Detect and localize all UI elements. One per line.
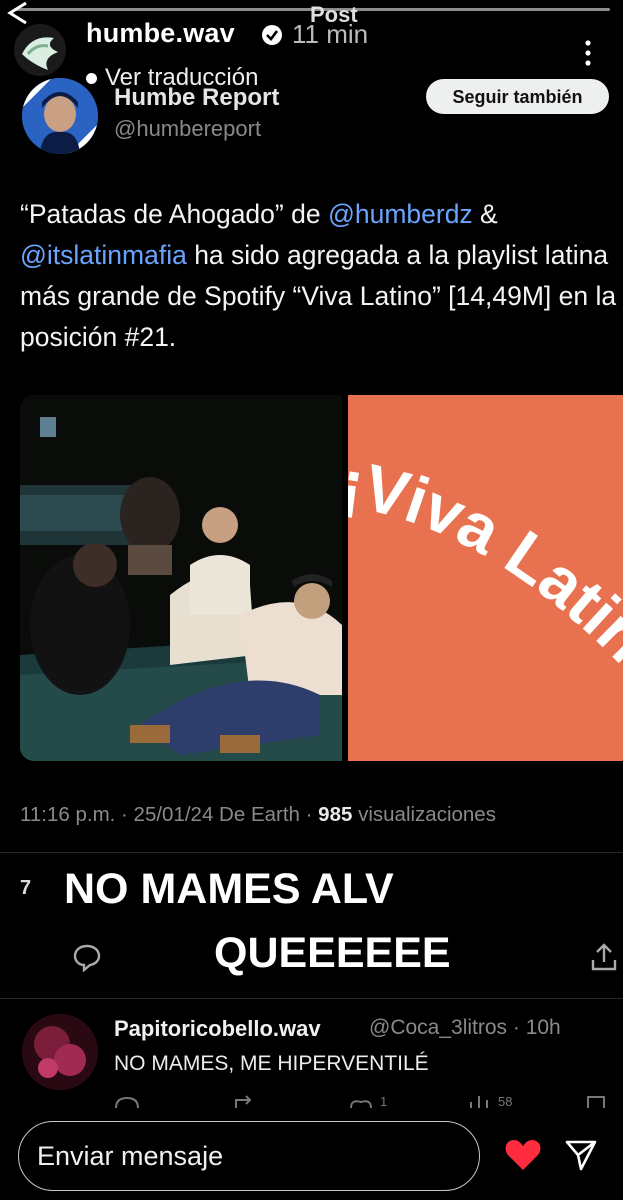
mention-link-humberdz[interactable]: @humberdz: [328, 199, 473, 229]
divider: [0, 998, 623, 999]
reply-text: NO MAMES, ME HIPERVENTILÉ: [114, 1052, 429, 1075]
views-icon[interactable]: [466, 1094, 492, 1108]
views-count: 985: [318, 803, 353, 826]
story-text-sticker-1[interactable]: NO MAMES ALV: [52, 858, 406, 920]
tweet-text-part: “Patadas de Ahogado” de: [20, 199, 328, 229]
playlist-cover-image[interactable]: ¡Viva Latin: [348, 395, 623, 761]
retweet-icon[interactable]: [232, 1094, 258, 1108]
views-label: visualizaciones: [352, 803, 496, 826]
follow-button[interactable]: Seguir también: [426, 79, 609, 114]
bookmark-icon[interactable]: [584, 1094, 608, 1108]
reply-avatar[interactable]: [22, 1014, 98, 1090]
story-text-sticker-2[interactable]: QUEEEEEE: [202, 922, 463, 984]
tweet-avatar[interactable]: [22, 78, 98, 154]
like-icon[interactable]: [348, 1094, 374, 1108]
reply-icon[interactable]: [72, 942, 102, 972]
tweet-photo[interactable]: [20, 395, 342, 761]
story-avatar[interactable]: [14, 24, 66, 76]
heart-icon[interactable]: [504, 1138, 542, 1172]
tweet-text-part: &: [472, 199, 498, 229]
tweet-author-handle[interactable]: @humbereport: [114, 116, 261, 142]
send-icon[interactable]: [564, 1138, 598, 1172]
reply-comment-icon[interactable]: [114, 1094, 140, 1108]
mention-link-itslatinmafia[interactable]: @itslatinmafia: [20, 240, 187, 270]
verified-badge-icon: [262, 25, 282, 45]
story-username[interactable]: humbe.wav: [86, 18, 235, 49]
reply-actions: 1 58: [114, 1094, 614, 1114]
tweet-text: “Patadas de Ahogado” de @humberdz & @its…: [20, 194, 620, 358]
share-icon[interactable]: [590, 942, 618, 972]
tweet-meta: 11:16 p.m. · 25/01/24 De Earth · 985 vis…: [20, 803, 496, 827]
tweet-author-name[interactable]: Humbe Report: [114, 84, 279, 112]
send-message-input[interactable]: [18, 1121, 480, 1191]
back-arrow-icon[interactable]: [2, 0, 42, 26]
translate-dot-icon: [86, 73, 97, 85]
divider: [0, 852, 623, 853]
like-count: 1: [380, 1094, 388, 1109]
reply-views-count: 58: [498, 1094, 513, 1109]
tweet-meta-time: 11:16 p.m. · 25/01/24 De Earth ·: [20, 803, 319, 826]
more-options-icon[interactable]: [578, 38, 598, 68]
reply-handle[interactable]: @Coca_3litros · 10h: [369, 1016, 561, 1040]
engagement-count: 7: [20, 877, 32, 899]
reply-username[interactable]: Papitoricobello.wav: [114, 1016, 321, 1042]
story-timestamp: 11 min: [292, 19, 369, 49]
